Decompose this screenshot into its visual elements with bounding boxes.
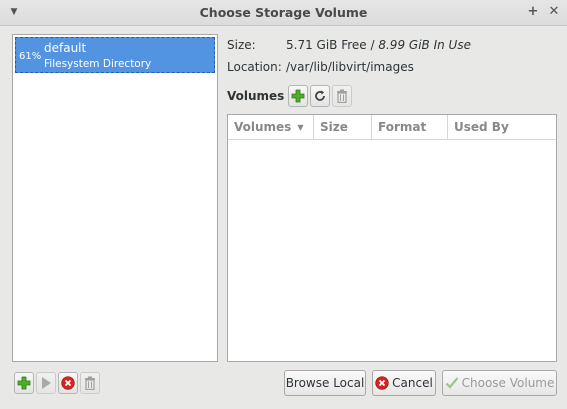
size-free: 5.71 GiB Free [286,38,367,52]
column-header-format[interactable]: Format [372,115,448,139]
cancel-icon [375,376,389,390]
pool-type: Filesystem Directory [44,58,152,70]
stop-pool-button[interactable] [58,372,78,394]
checkmark-icon [445,376,459,390]
volumes-table-header: Volumes ▼ Size Format Used By [228,115,556,140]
delete-volume-icon [337,89,347,103]
location-label: Location: [227,60,282,74]
storage-pool-list[interactable]: 61% default Filesystem Directory [12,34,218,362]
start-pool-icon [42,377,51,389]
delete-volume-button[interactable] [332,85,352,107]
pool-usage-percent: 61% [19,51,42,62]
pool-item-default[interactable]: 61% default Filesystem Directory [15,37,215,73]
start-pool-button[interactable] [36,372,56,394]
title-bar: ▼ Choose Storage Volume + ✕ [0,0,567,26]
refresh-icon [315,90,325,101]
cancel-label: Cancel [392,376,433,390]
delete-pool-icon [85,376,95,390]
volumes-label: Volumes [227,89,285,103]
browse-local-button[interactable]: Browse Local [284,370,366,396]
add-volume-icon [291,89,305,103]
add-pool-button[interactable] [14,372,34,394]
add-pool-icon [17,376,31,390]
close-icon[interactable]: ✕ [546,4,562,20]
pool-name: default [44,41,87,55]
delete-pool-button[interactable] [80,372,100,394]
size-in-use: 8.99 GiB In Use [378,38,471,52]
add-volume-button[interactable] [288,85,308,107]
location-value: /var/lib/libvirt/images [286,60,414,74]
column-header-volumes[interactable]: Volumes ▼ [228,115,314,139]
volumes-table[interactable]: Volumes ▼ Size Format Used By [227,114,557,362]
column-header-used-by[interactable]: Used By [448,115,556,139]
cancel-button[interactable]: Cancel [372,370,436,396]
sort-descending-icon: ▼ [297,122,304,132]
stop-pool-icon [61,376,75,390]
column-header-size[interactable]: Size [314,115,372,139]
browse-local-label: Browse Local [285,376,365,390]
size-label: Size: [227,38,256,52]
choose-volume-label: Choose Volume [461,376,555,390]
refresh-volumes-button[interactable] [310,85,330,107]
window-title: Choose Storage Volume [199,5,368,20]
choose-volume-button[interactable]: Choose Volume [442,370,557,396]
size-value: 5.71 GiB Free / 8.99 GiB In Use [286,38,471,52]
maximize-icon[interactable]: + [525,4,541,20]
size-separator: / [366,38,379,52]
